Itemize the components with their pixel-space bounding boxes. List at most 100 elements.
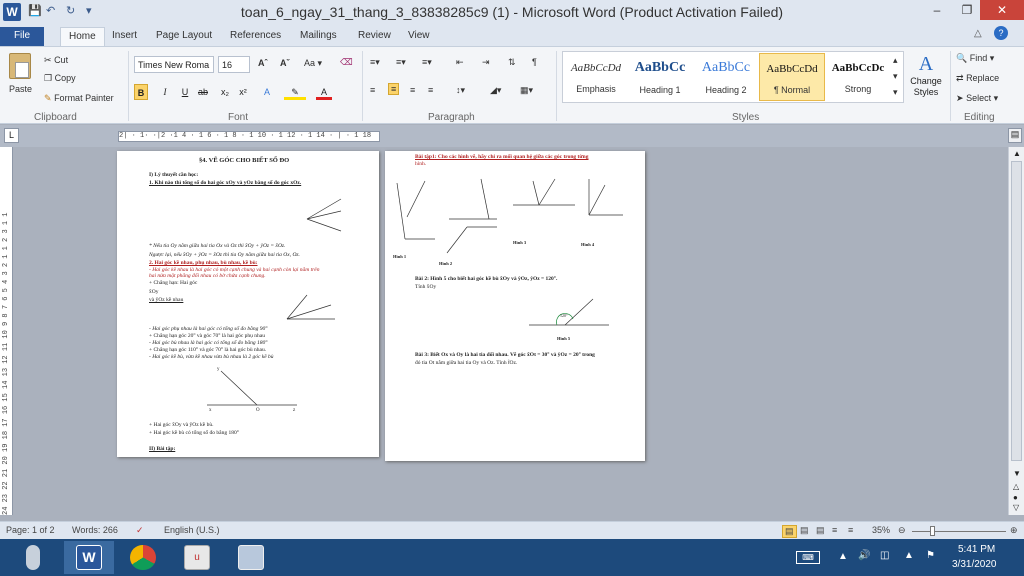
align-left-icon[interactable]: ≡ xyxy=(370,85,375,95)
cut-button[interactable]: ✂ Cut xyxy=(44,55,68,66)
document-page-2[interactable]: Bài tập1: Cho các hình vẽ, hãy chỉ ra mố… xyxy=(385,151,645,461)
change-styles-label: Change Styles xyxy=(910,76,942,97)
borders-icon[interactable]: ▦▾ xyxy=(520,85,533,96)
next-page-icon[interactable]: ▽ xyxy=(1013,503,1019,512)
restore-button[interactable]: ❐ xyxy=(952,0,982,20)
draft-icon[interactable]: ≡ xyxy=(848,525,853,535)
full-screen-reading-icon[interactable]: ▤ xyxy=(800,525,809,536)
zoom-slider[interactable] xyxy=(912,531,1006,532)
styles-scroll-up-icon[interactable]: ▴ xyxy=(893,55,898,66)
tab-view[interactable]: View xyxy=(400,27,438,46)
tab-home[interactable]: Home xyxy=(60,27,105,46)
chrome-taskbar-button[interactable] xyxy=(118,541,168,574)
view-ruler-icon[interactable]: ▤ xyxy=(1008,128,1022,143)
help-icon[interactable]: ? xyxy=(994,26,1008,40)
shading-icon[interactable]: ◢▾ xyxy=(490,85,501,96)
document-page-1[interactable]: §4. VẼ GÓC CHO BIẾT SỐ ĐO I) Lý thuyết c… xyxy=(117,151,379,457)
select-button[interactable]: ➤ Select ▾ xyxy=(956,93,998,104)
style-heading-1[interactable]: AaBbCc Heading 1 xyxy=(627,53,693,101)
paste-icon[interactable] xyxy=(9,53,31,79)
flag-icon[interactable]: ⚑ xyxy=(926,550,935,561)
subscript-button[interactable]: x₂ xyxy=(218,84,232,100)
language[interactable]: English (U.S.) xyxy=(164,525,220,535)
tab-file[interactable]: File xyxy=(0,27,44,46)
underline-button[interactable]: U xyxy=(178,84,192,100)
outline-icon[interactable]: ≡ xyxy=(832,525,837,535)
copy-button[interactable]: ❐ Copy xyxy=(44,73,76,84)
scroll-thumb[interactable] xyxy=(1011,161,1022,461)
numbering-icon[interactable]: ≡▾ xyxy=(396,57,406,68)
highlight-icon[interactable]: ✎ xyxy=(284,84,306,100)
tab-references[interactable]: References xyxy=(222,27,289,46)
proofing-icon[interactable]: ✓ xyxy=(136,525,144,536)
scroll-up-icon[interactable]: ▲ xyxy=(1013,149,1021,158)
minimize-ribbon-icon[interactable]: △ xyxy=(974,28,982,39)
shrink-font-icon[interactable]: Aˇ xyxy=(280,58,290,68)
tab-page-layout[interactable]: Page Layout xyxy=(148,27,220,46)
zoom-level[interactable]: 35% xyxy=(872,525,890,535)
style-emphasis[interactable]: AaBbCcDd Emphasis xyxy=(563,53,629,101)
vertical-scrollbar[interactable]: ▲ ▼ △ ● ▽ xyxy=(1008,147,1024,515)
signal-icon[interactable]: ▲ xyxy=(904,550,914,561)
style-strong[interactable]: AaBbCcDc Strong xyxy=(825,53,891,101)
page-count[interactable]: Page: 1 of 2 xyxy=(6,525,55,535)
find-button[interactable]: 🔍 Find ▾ xyxy=(956,53,994,64)
style-normal[interactable]: AaBbCcDd ¶ Normal xyxy=(759,53,825,101)
keyboard-icon[interactable]: ⌨ xyxy=(796,551,820,564)
network-icon[interactable]: ◫ xyxy=(880,550,889,561)
style-heading-2[interactable]: AaBbCc Heading 2 xyxy=(693,53,759,101)
unikey-taskbar-button[interactable]: u xyxy=(172,541,222,574)
print-layout-icon[interactable]: ▤ xyxy=(782,525,797,538)
zoom-slider-thumb[interactable] xyxy=(930,526,935,536)
styles-more-icon[interactable]: ▾ xyxy=(893,87,898,98)
change-case-icon[interactable]: Aa ▾ xyxy=(304,58,322,69)
font-name-dropdown[interactable]: Times New Roma xyxy=(134,56,214,73)
clock-date[interactable]: 3/31/2020 xyxy=(952,559,997,570)
previous-page-icon[interactable]: △ xyxy=(1013,482,1019,491)
mouse-app-button[interactable] xyxy=(14,541,64,574)
remote-desktop-taskbar-button[interactable] xyxy=(226,541,276,574)
tab-review[interactable]: Review xyxy=(350,27,399,46)
increase-indent-icon[interactable]: ⇥ xyxy=(482,57,490,68)
tab-insert[interactable]: Insert xyxy=(104,27,145,46)
question-1: 1. Khi nào thì tổng số đo hai góc xOy và… xyxy=(149,180,302,186)
show-hidden-icons[interactable]: ▲ xyxy=(838,551,848,562)
styles-scroll-down-icon[interactable]: ▾ xyxy=(893,71,898,82)
zoom-in-icon[interactable]: ⊕ xyxy=(1010,525,1018,536)
tab-selector-icon[interactable]: L xyxy=(4,128,19,143)
bullets-icon[interactable]: ≡▾ xyxy=(370,57,380,68)
align-right-icon[interactable]: ≡ xyxy=(410,85,415,95)
align-center-icon[interactable]: ≡ xyxy=(388,83,400,95)
browse-object-icon[interactable]: ● xyxy=(1013,493,1018,502)
web-layout-icon[interactable]: ▤ xyxy=(816,525,825,536)
word-count[interactable]: Words: 266 xyxy=(72,525,118,535)
replace-button[interactable]: ⇄ Replace xyxy=(956,73,999,84)
close-button[interactable]: ✕ xyxy=(980,0,1024,20)
superscript-button[interactable]: x² xyxy=(236,84,250,100)
scroll-down-icon[interactable]: ▼ xyxy=(1013,469,1021,478)
tab-mailings[interactable]: Mailings xyxy=(292,27,345,46)
strikethrough-button[interactable]: ab xyxy=(196,84,210,100)
justify-icon[interactable]: ≡ xyxy=(428,85,433,95)
sort-icon[interactable]: ⇅ xyxy=(508,57,516,68)
grow-font-icon[interactable]: Aˆ xyxy=(258,58,268,68)
italic-button[interactable]: I xyxy=(158,84,172,100)
text-effects-icon[interactable]: A xyxy=(260,84,274,100)
decrease-indent-icon[interactable]: ⇤ xyxy=(456,57,464,68)
word-taskbar-button[interactable]: W xyxy=(64,541,114,574)
clear-formatting-icon[interactable]: ⌫ xyxy=(340,57,353,68)
zoom-out-icon[interactable]: ⊖ xyxy=(898,525,906,536)
font-size-dropdown[interactable]: 16 xyxy=(218,56,250,73)
change-styles-button[interactable]: A Change Styles xyxy=(906,53,946,111)
format-painter-button[interactable]: ✎ Format Painter xyxy=(44,93,114,104)
paste-button[interactable]: Paste xyxy=(9,84,32,94)
line-spacing-icon[interactable]: ↕▾ xyxy=(456,85,465,96)
clock-time[interactable]: 5:41 PM xyxy=(958,544,995,555)
show-marks-icon[interactable]: ¶ xyxy=(532,57,537,67)
horizontal-ruler[interactable]: 2| · 1· ·|2 ·1 4 · 1 6 · 1 8 · 1 10 · 1 … xyxy=(118,131,380,142)
minimize-button[interactable]: – xyxy=(922,0,952,20)
font-color-icon[interactable]: A xyxy=(316,84,332,100)
volume-icon[interactable]: 🔊 xyxy=(858,550,870,561)
bold-button[interactable]: B xyxy=(134,84,148,100)
multilevel-list-icon[interactable]: ≡▾ xyxy=(422,57,432,68)
